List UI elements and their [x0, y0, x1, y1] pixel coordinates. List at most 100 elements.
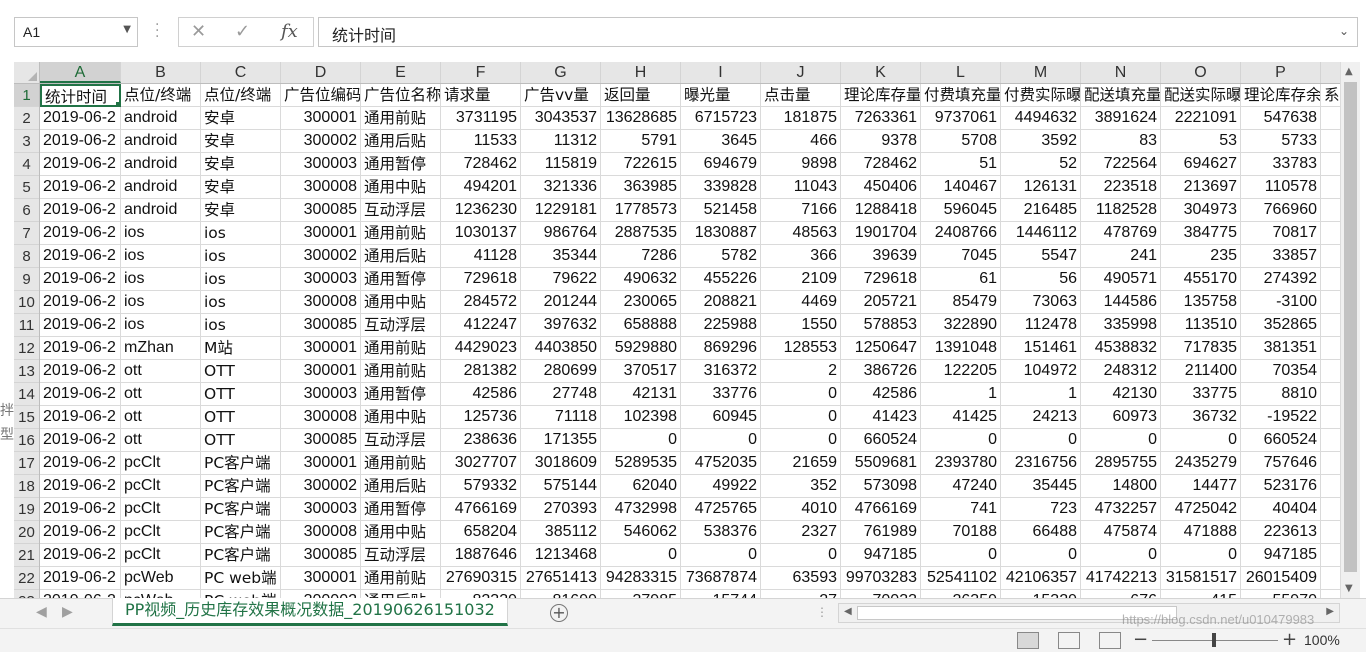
zoom-level[interactable]: 100% [1304, 632, 1340, 648]
table-cell[interactable]: 0 [1001, 429, 1081, 452]
table-cell[interactable]: PC客户端 [201, 475, 281, 498]
table-cell[interactable]: 238636 [441, 429, 521, 452]
header-cell[interactable]: 返回量 [601, 84, 681, 107]
table-cell[interactable]: 223518 [1081, 176, 1161, 199]
table-cell[interactable]: 7045 [921, 245, 1001, 268]
table-cell[interactable]: android [121, 199, 201, 222]
table-cell[interactable] [1321, 406, 1340, 429]
table-cell[interactable]: ios [201, 291, 281, 314]
table-cell[interactable]: 2019-06-2 [40, 544, 121, 567]
table-cell[interactable]: 81699 [521, 590, 601, 598]
table-cell[interactable] [1321, 544, 1340, 567]
scroll-down-icon[interactable]: ▼ [1345, 583, 1353, 594]
table-cell[interactable]: 通用前贴 [361, 107, 441, 130]
table-cell[interactable]: 安卓 [201, 107, 281, 130]
table-cell[interactable]: 5791 [601, 130, 681, 153]
table-cell[interactable]: 523176 [1241, 475, 1321, 498]
table-cell[interactable]: android [121, 176, 201, 199]
table-cell[interactable]: pcClt [121, 544, 201, 567]
row-header[interactable]: 5 [14, 176, 39, 199]
table-cell[interactable]: 5547 [1001, 245, 1081, 268]
table-cell[interactable]: 658888 [601, 314, 681, 337]
table-cell[interactable]: 通用前贴 [361, 360, 441, 383]
table-cell[interactable]: 658204 [441, 521, 521, 544]
table-cell[interactable]: 通用中贴 [361, 176, 441, 199]
table-cell[interactable]: 230065 [601, 291, 681, 314]
table-cell[interactable]: 761989 [841, 521, 921, 544]
table-cell[interactable]: OTT [201, 406, 281, 429]
table-cell[interactable]: 596045 [921, 199, 1001, 222]
header-cell[interactable]: 曝光量 [681, 84, 761, 107]
table-cell[interactable]: 56 [1001, 268, 1081, 291]
table-cell[interactable]: 300008 [281, 176, 361, 199]
header-cell[interactable]: 统计时间 [40, 84, 121, 107]
table-cell[interactable]: 284572 [441, 291, 521, 314]
table-cell[interactable]: 370517 [601, 360, 681, 383]
table-cell[interactable]: 573098 [841, 475, 921, 498]
row-header[interactable]: 16 [14, 429, 39, 452]
table-cell[interactable]: 1446112 [1001, 222, 1081, 245]
table-cell[interactable]: 579332 [441, 475, 521, 498]
table-cell[interactable]: 1288418 [841, 199, 921, 222]
table-cell[interactable] [1321, 383, 1340, 406]
row-header[interactable]: 22 [14, 567, 39, 590]
header-cell[interactable]: 点位/终端 [121, 84, 201, 107]
table-cell[interactable]: 281382 [441, 360, 521, 383]
table-cell[interactable]: 386726 [841, 360, 921, 383]
table-cell[interactable]: 3645 [681, 130, 761, 153]
table-cell[interactable]: 83 [1081, 130, 1161, 153]
table-cell[interactable]: android [121, 153, 201, 176]
table-cell[interactable]: 300085 [281, 314, 361, 337]
table-cell[interactable] [1321, 153, 1340, 176]
table-cell[interactable]: 70033 [841, 590, 921, 598]
table-cell[interactable]: 通用暂停 [361, 498, 441, 521]
table-cell[interactable]: 14477 [1161, 475, 1241, 498]
scroll-up-icon[interactable]: ▲ [1345, 66, 1353, 77]
table-cell[interactable]: 79622 [521, 268, 601, 291]
table-cell[interactable]: 1778573 [601, 199, 681, 222]
table-cell[interactable]: 475874 [1081, 521, 1161, 544]
table-cell[interactable]: 26359 [921, 590, 1001, 598]
table-cell[interactable]: 300008 [281, 291, 361, 314]
table-cell[interactable] [1321, 590, 1340, 598]
row-header[interactable]: 14 [14, 383, 39, 406]
table-cell[interactable]: 通用后贴 [361, 130, 441, 153]
table-cell[interactable]: 248312 [1081, 360, 1161, 383]
table-cell[interactable]: 694679 [681, 153, 761, 176]
table-cell[interactable]: 300001 [281, 337, 361, 360]
table-cell[interactable]: 互动浮层 [361, 544, 441, 567]
row-header[interactable]: 21 [14, 544, 39, 567]
table-cell[interactable]: 300085 [281, 199, 361, 222]
table-cell[interactable]: 381351 [1241, 337, 1321, 360]
table-cell[interactable]: 3731195 [441, 107, 521, 130]
table-cell[interactable]: 1229181 [521, 199, 601, 222]
table-cell[interactable]: 1830887 [681, 222, 761, 245]
table-cell[interactable]: 869296 [681, 337, 761, 360]
table-cell[interactable]: 2019-06-2 [40, 452, 121, 475]
table-cell[interactable] [1321, 498, 1340, 521]
row-header[interactable]: 13 [14, 360, 39, 383]
select-all-corner[interactable] [14, 62, 40, 84]
table-cell[interactable]: 717835 [1161, 337, 1241, 360]
column-header-J[interactable]: J [761, 62, 841, 83]
table-cell[interactable]: 300008 [281, 406, 361, 429]
table-cell[interactable] [1321, 567, 1340, 590]
table-cell[interactable]: PC客户端 [201, 544, 281, 567]
table-cell[interactable]: pcClt [121, 498, 201, 521]
next-sheet-icon[interactable]: ▶ [62, 604, 73, 620]
table-cell[interactable]: 4469 [761, 291, 841, 314]
table-cell[interactable]: 互动浮层 [361, 199, 441, 222]
table-cell[interactable]: 660524 [1241, 429, 1321, 452]
table-cell[interactable]: android [121, 130, 201, 153]
vertical-scrollbar[interactable]: ▲ ▼ [1340, 62, 1360, 598]
header-cell[interactable]: 点位/终端 [201, 84, 281, 107]
table-cell[interactable]: 0 [1161, 544, 1241, 567]
row-header[interactable]: 1 [14, 84, 39, 107]
table-cell[interactable]: 2887535 [601, 222, 681, 245]
table-cell[interactable]: 2019-06-2 [40, 360, 121, 383]
spreadsheet-grid[interactable]: ABCDEFGHIJKLMNOP 1 2 3 4 5 6 7 8 9 10 11 12 13 14 15 16… [14, 62, 1340, 598]
table-cell[interactable]: 660524 [841, 429, 921, 452]
header-cell[interactable]: 付费填充量 [921, 84, 1001, 107]
table-cell[interactable] [1321, 107, 1340, 130]
table-cell[interactable]: 48563 [761, 222, 841, 245]
